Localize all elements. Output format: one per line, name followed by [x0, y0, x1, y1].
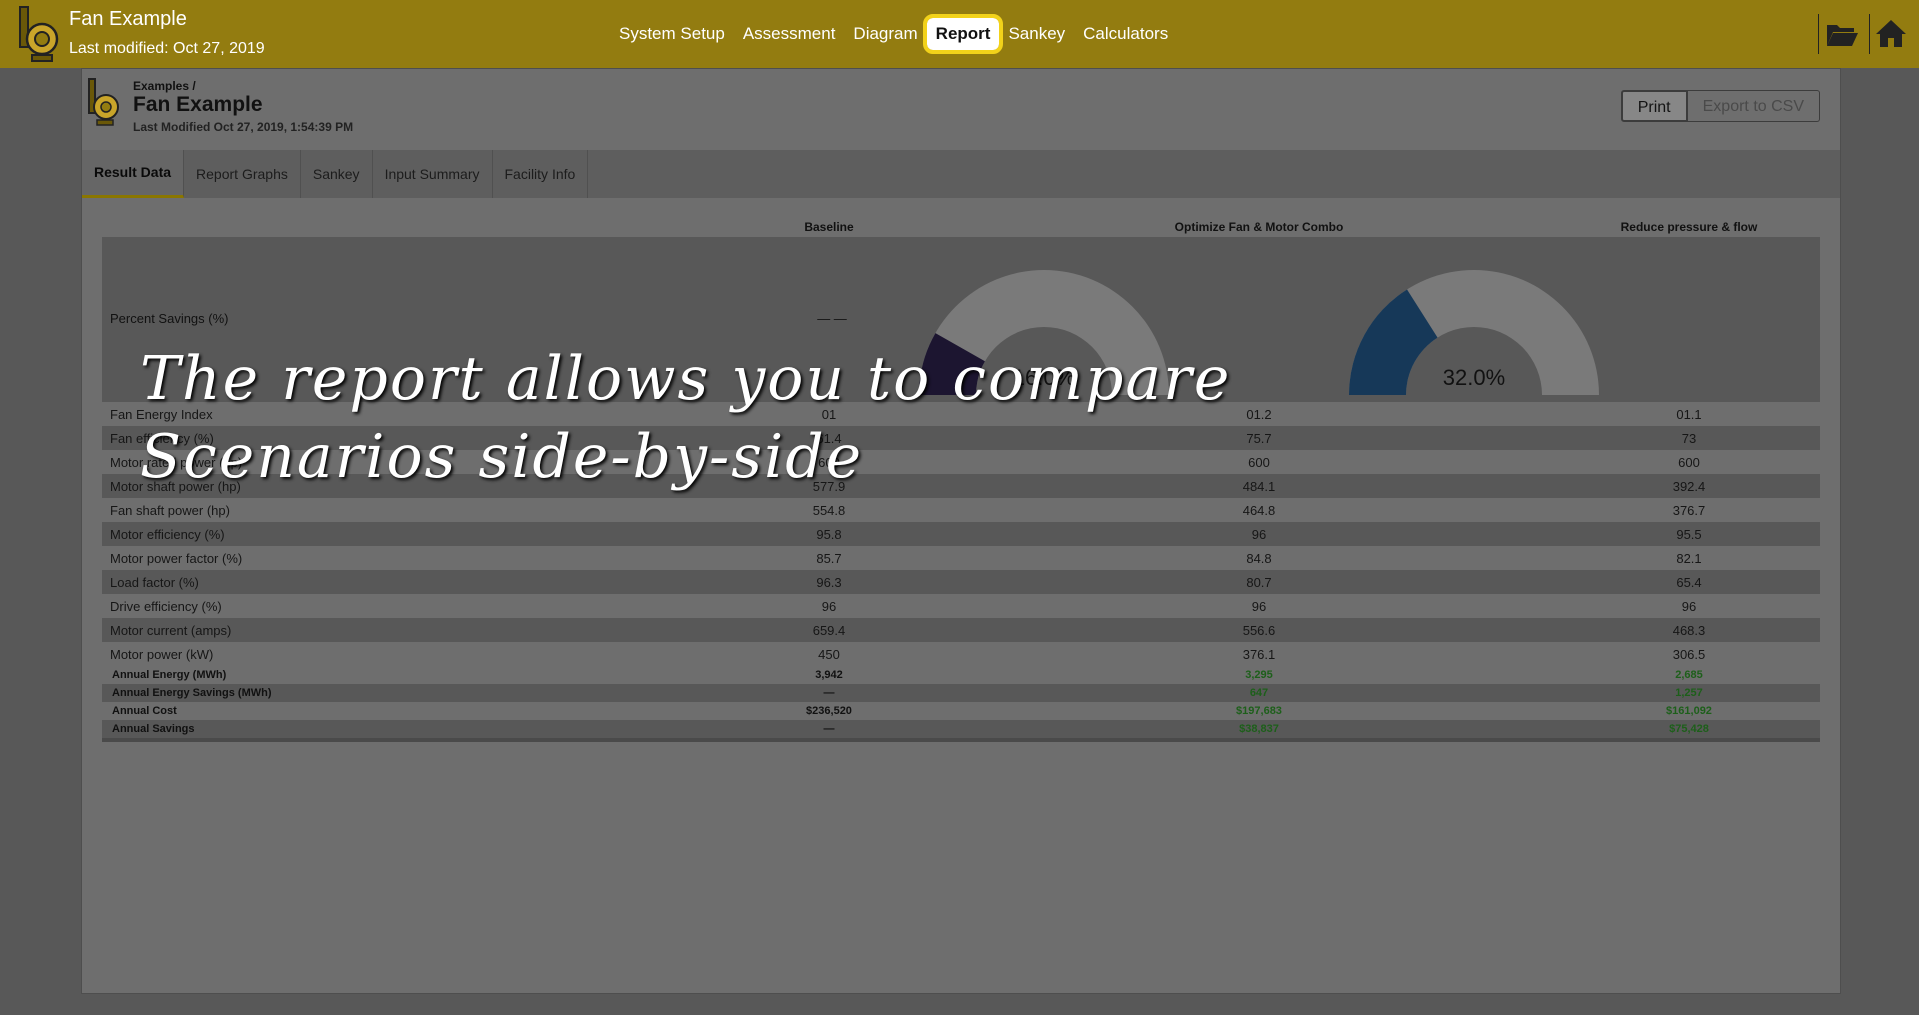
row-label: Annual Energy (MWh): [112, 669, 227, 681]
nav-assessment[interactable]: Assessment: [734, 18, 845, 50]
row-value-baseline: 85.7: [816, 550, 842, 566]
summary-row: Annual Cost $236,520 $197,683 $161,092: [102, 702, 1820, 720]
row-value-scenario-1: 96: [1251, 526, 1267, 542]
table-row: Motor efficiency (%) 95.8 96 95.5: [102, 522, 1820, 546]
row-value-scenario-2: 1,257: [1675, 687, 1703, 699]
row-label: Load factor (%): [110, 574, 199, 590]
row-label: Annual Savings: [112, 723, 195, 735]
page-title: Fan Example: [133, 93, 263, 116]
fan-logo-icon: [88, 78, 119, 126]
row-value-baseline: —: [823, 723, 835, 735]
table-row: Fan shaft power (hp) 554.8 464.8 376.7: [102, 498, 1820, 522]
folder-open-icon[interactable]: [1824, 16, 1860, 52]
row-value-baseline: 96.3: [816, 574, 842, 590]
row-value-scenario-1: 556.6: [1242, 622, 1276, 638]
row-value-baseline: 3,942: [815, 669, 843, 681]
row-label: Annual Cost: [112, 705, 177, 717]
app-title: Fan Example: [69, 8, 187, 30]
app-last-modified: Last modified: Oct 27, 2019: [69, 40, 265, 57]
tab-sankey[interactable]: Sankey: [301, 150, 373, 198]
row-value-scenario-2: 376.7: [1672, 502, 1706, 518]
tutorial-caption: The report allows you to compare Scenari…: [140, 340, 1240, 496]
row-value-scenario-1: 96: [1251, 598, 1267, 614]
row-value-baseline: —: [823, 687, 835, 699]
row-value-scenario-1: 376.1: [1242, 646, 1276, 662]
tab-report-graphs[interactable]: Report Graphs: [184, 150, 301, 198]
row-label: Motor current (amps): [110, 622, 232, 638]
caption-line-1: The report allows you to compare: [140, 344, 1232, 414]
last-modified: Last Modified Oct 27, 2019, 1:54:39 PM: [133, 120, 354, 134]
nav-report[interactable]: Report: [922, 14, 1004, 54]
tab-result-data[interactable]: Result Data: [82, 150, 185, 198]
column-header-baseline: Baseline: [804, 220, 854, 234]
tab-facility-info[interactable]: Facility Info: [493, 150, 589, 198]
print-button[interactable]: Print: [1620, 90, 1688, 122]
home-icon[interactable]: [1873, 16, 1909, 52]
row-value-scenario-2: 468.3: [1672, 622, 1706, 638]
row-value-scenario-1: 464.8: [1242, 502, 1276, 518]
row-value-scenario-1: 647: [1249, 687, 1269, 699]
report-card: Examples / Fan Example Last Modified Oct…: [81, 68, 1841, 994]
row-value-baseline: 450: [818, 646, 840, 662]
row-value-scenario-2: 306.5: [1672, 646, 1706, 662]
savings-percent-scenario-2: 32.0%: [1442, 365, 1506, 390]
row-value-baseline: 554.8: [812, 502, 846, 518]
row-value-scenario-1: 80.7: [1246, 574, 1272, 590]
table-row: Drive efficiency (%) 96 96 96: [102, 594, 1820, 618]
row-value-scenario-2: $75,428: [1669, 723, 1709, 735]
main-nav: System Setup Assessment Diagram Report S…: [610, 14, 1177, 54]
row-value-baseline: 96: [821, 598, 837, 614]
row-value-scenario-1: 3,295: [1245, 669, 1273, 681]
row-value-scenario-2: 01.1: [1676, 406, 1702, 422]
export-csv-button[interactable]: Export to CSV: [1687, 90, 1820, 122]
fan-logo-icon: [19, 6, 59, 62]
row-value-baseline: 95.8: [816, 526, 842, 542]
row-value-scenario-2: 600: [1678, 454, 1700, 470]
row-value-scenario-2: 95.5: [1676, 526, 1702, 542]
report-tabs: Result Data Report Graphs Sankey Input S…: [82, 150, 1840, 198]
row-value-scenario-2: 2,685: [1675, 669, 1703, 681]
row-value-scenario-2: 65.4: [1676, 574, 1702, 590]
row-value-scenario-2: 82.1: [1676, 550, 1702, 566]
summary-row: Annual Energy (MWh) 3,942 3,295 2,685: [102, 666, 1820, 684]
row-label: Drive efficiency (%): [110, 598, 222, 614]
baseline-savings-value: — —: [817, 311, 847, 326]
row-value-scenario-2: $161,092: [1666, 705, 1712, 717]
table-row: Load factor (%) 96.3 80.7 65.4: [102, 570, 1820, 594]
column-header-scenario-1: Optimize Fan & Motor Combo: [1174, 220, 1344, 234]
row-label: Percent Savings (%): [110, 311, 229, 326]
row-label: Motor power factor (%): [110, 550, 243, 566]
tab-input-summary[interactable]: Input Summary: [373, 150, 493, 198]
nav-system-setup[interactable]: System Setup: [610, 18, 734, 50]
nav-sankey[interactable]: Sankey: [999, 18, 1074, 50]
row-value-scenario-1: $38,837: [1239, 723, 1279, 735]
row-value-baseline: 659.4: [812, 622, 846, 638]
report-actions: Print Export to CSV: [1620, 90, 1820, 122]
row-value-scenario-2: 392.4: [1672, 478, 1706, 494]
row-label: Annual Energy Savings (MWh): [112, 687, 272, 699]
row-value-scenario-2: 73: [1681, 430, 1697, 446]
column-header-scenario-2: Reduce pressure & flow: [1620, 220, 1758, 234]
table-row: Motor current (amps) 659.4 556.6 468.3: [102, 618, 1820, 642]
row-value-scenario-1: $197,683: [1236, 705, 1282, 717]
nav-diagram[interactable]: Diagram: [844, 18, 926, 50]
row-label: Motor power (kW): [110, 646, 214, 662]
breadcrumb[interactable]: Examples /: [133, 79, 196, 93]
table-row: Motor power (kW) 450 376.1 306.5: [102, 642, 1820, 666]
row-label: Motor efficiency (%): [110, 526, 225, 542]
summary-row: Annual Energy Savings (MWh) — 647 1,257: [102, 684, 1820, 702]
divider: [1818, 14, 1819, 54]
caption-line-2: Scenarios side-by-side: [140, 422, 864, 492]
row-value-scenario-2: 96: [1681, 598, 1697, 614]
table-bottom-border: [102, 738, 1820, 742]
summary-row: Annual Savings — $38,837 $75,428: [102, 720, 1820, 738]
row-value-baseline: $236,520: [806, 705, 852, 717]
row-label: Fan shaft power (hp): [110, 502, 230, 518]
nav-calculators[interactable]: Calculators: [1074, 18, 1177, 50]
divider: [1869, 14, 1870, 54]
top-nav-bar: Fan Example Last modified: Oct 27, 2019 …: [0, 0, 1919, 68]
row-value-scenario-1: 84.8: [1246, 550, 1272, 566]
table-row: Motor power factor (%) 85.7 84.8 82.1: [102, 546, 1820, 570]
